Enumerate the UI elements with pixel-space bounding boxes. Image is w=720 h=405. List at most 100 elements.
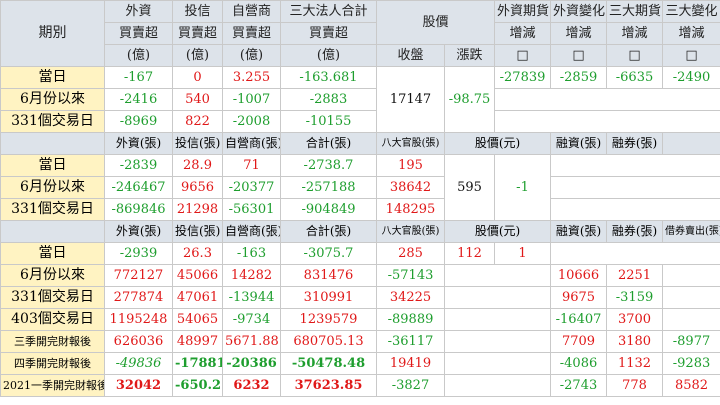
row-label-331: 331個交易日 bbox=[0, 198, 105, 221]
net-buy-label: 買賣超 bbox=[172, 22, 223, 45]
cell: -1007 bbox=[222, 88, 281, 111]
s3-trust-header: 投信(張) bbox=[172, 220, 223, 243]
change-label: 增減 bbox=[494, 22, 552, 45]
cell: -4086 bbox=[550, 352, 608, 375]
cell: 6232 bbox=[222, 374, 281, 397]
s2-price-header: 股價(元) bbox=[443, 132, 552, 155]
institutional-trading-table: 期別 外資 投信 自營商 三大法人合計 股價 外資期貨 外資變化 三大期貨 三大… bbox=[0, 0, 720, 397]
cell: 680705.13 bbox=[280, 330, 377, 353]
cell: -257188 bbox=[280, 176, 377, 199]
cell: -2883 bbox=[280, 88, 377, 111]
s3-foreign-header: 外資(張) bbox=[104, 220, 173, 243]
s3-dealer-header: 自營商(張) bbox=[222, 220, 281, 243]
cell: 32042 bbox=[104, 374, 173, 397]
cell: 48997 bbox=[172, 330, 223, 353]
s2-total-header: 合計(張) bbox=[280, 132, 377, 155]
row-label-331: 331個交易日 bbox=[0, 286, 105, 309]
cell: -2839 bbox=[104, 154, 173, 177]
cell: -49836 bbox=[104, 352, 173, 375]
cell: 47061 bbox=[172, 286, 223, 309]
cell: 310991 bbox=[280, 286, 377, 309]
cell: 0 bbox=[172, 66, 223, 89]
box-glyph: □ bbox=[550, 44, 608, 67]
empty-cell bbox=[662, 308, 720, 331]
empty-cell bbox=[550, 154, 720, 177]
row-label-2021q1-report: 2021一季開完財報後 bbox=[0, 374, 105, 397]
cell: 148295 bbox=[376, 198, 445, 221]
cell: -17881 bbox=[172, 352, 223, 375]
unit-label: (億) bbox=[172, 44, 223, 67]
stock-price-header: 股價 bbox=[375, 0, 496, 45]
row-label-month: 6月份以來 bbox=[0, 88, 105, 111]
big3-futures-header: 三大期貨 bbox=[606, 0, 664, 23]
section2-corner bbox=[0, 132, 105, 155]
cell: -3827 bbox=[376, 374, 445, 397]
cell: 45066 bbox=[172, 264, 223, 287]
chg-value: -98.75 bbox=[443, 66, 496, 133]
empty-cell bbox=[443, 264, 552, 287]
cell: -3075.7 bbox=[280, 242, 377, 265]
row-label-month: 6月份以來 bbox=[0, 264, 105, 287]
empty-cell bbox=[494, 110, 720, 133]
cell: 831476 bbox=[280, 264, 377, 287]
cell: 28.9 bbox=[172, 154, 223, 177]
cell: -650.2 bbox=[172, 374, 223, 397]
s3-short-header: 融券(張) bbox=[606, 220, 664, 243]
row-label-q3-report: 三季開完財報後 bbox=[0, 330, 105, 353]
foreign-header: 外資 bbox=[104, 0, 173, 23]
box-glyph: □ bbox=[606, 44, 664, 67]
cell: -20386 bbox=[222, 352, 281, 375]
s3-price-change: 1 bbox=[494, 242, 552, 265]
empty-cell bbox=[443, 374, 552, 397]
empty-cell bbox=[662, 286, 720, 309]
cell: 2251 bbox=[606, 264, 664, 287]
s2-trust-header: 投信(張) bbox=[172, 132, 223, 155]
section3-corner bbox=[0, 220, 105, 243]
unit-label: (億) bbox=[104, 44, 173, 67]
cell: -2490 bbox=[662, 66, 720, 89]
s2-price-value: 595 bbox=[443, 154, 496, 221]
empty-cell bbox=[662, 132, 720, 155]
cell: 71 bbox=[222, 154, 281, 177]
s3-govt-header: 八大官股(張) bbox=[376, 220, 445, 243]
row-label-today: 當日 bbox=[0, 154, 105, 177]
cell: 285 bbox=[376, 242, 445, 265]
cell: 822 bbox=[172, 110, 223, 133]
cell: 778 bbox=[606, 374, 664, 397]
cell: 1132 bbox=[606, 352, 664, 375]
cell: 21298 bbox=[172, 198, 223, 221]
chg-label: 漲跌 bbox=[443, 44, 496, 67]
cell: -2008 bbox=[222, 110, 281, 133]
empty-cell bbox=[443, 330, 552, 353]
cell: 38642 bbox=[376, 176, 445, 199]
close-value: 17147 bbox=[376, 66, 445, 133]
cell: -167 bbox=[104, 66, 173, 89]
net-buy-label: 買賣超 bbox=[104, 22, 173, 45]
empty-cell bbox=[443, 352, 552, 375]
cell: 540 bbox=[172, 88, 223, 111]
cell: -2416 bbox=[104, 88, 173, 111]
unit-label: (億) bbox=[222, 44, 281, 67]
cell: 3180 bbox=[606, 330, 664, 353]
s3-price-header: 股價(元) bbox=[443, 220, 552, 243]
cell: 9675 bbox=[550, 286, 608, 309]
cell: -246467 bbox=[104, 176, 173, 199]
close-label: 收盤 bbox=[376, 44, 445, 67]
foreign-change-header: 外資變化 bbox=[550, 0, 608, 23]
trust-header: 投信 bbox=[172, 0, 223, 23]
cell: -50478.48 bbox=[280, 352, 377, 375]
s3-lending-header: 借券賣出(張) bbox=[662, 220, 720, 243]
s2-dealer-header: 自營商(張) bbox=[222, 132, 281, 155]
foreign-futures-header: 外資期貨 bbox=[494, 0, 552, 23]
cell: -27839 bbox=[494, 66, 552, 89]
cell: 54065 bbox=[172, 308, 223, 331]
cell: 19419 bbox=[376, 352, 445, 375]
cell: -57143 bbox=[376, 264, 445, 287]
cell: -163 bbox=[222, 242, 281, 265]
cell: -163.681 bbox=[280, 66, 377, 89]
empty-cell bbox=[662, 264, 720, 287]
cell: 26.3 bbox=[172, 242, 223, 265]
s2-price-change: -1 bbox=[494, 154, 552, 221]
cell: 9656 bbox=[172, 176, 223, 199]
cell: -16407 bbox=[550, 308, 608, 331]
